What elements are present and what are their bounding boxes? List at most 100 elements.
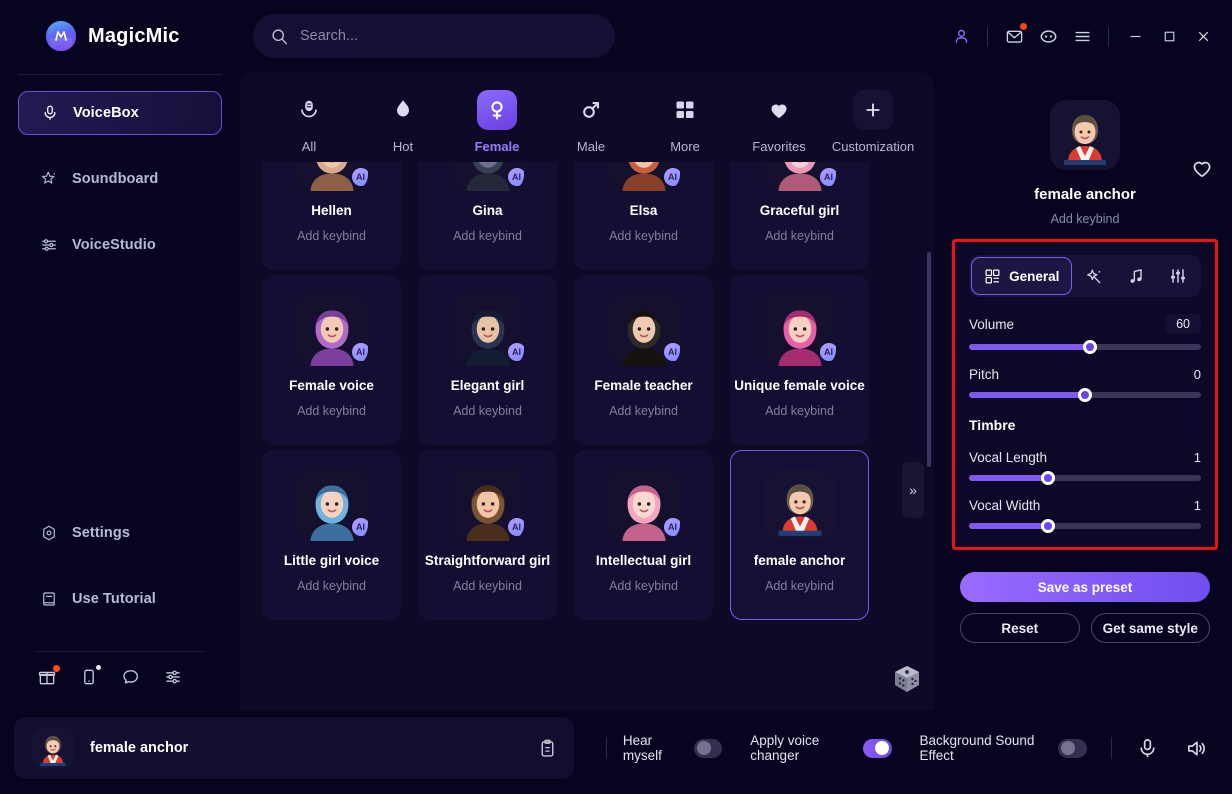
slider-knob[interactable] (1078, 388, 1092, 402)
tab-all[interactable]: All (262, 84, 356, 154)
tab-background-music[interactable] (1115, 257, 1157, 295)
vocal-width-slider-track[interactable] (969, 519, 1201, 533)
voice-card[interactable]: female anchor Add keybind (730, 450, 869, 620)
settings-tab-bar: General (969, 255, 1201, 297)
tab-general[interactable]: General (971, 257, 1073, 295)
menu-icon[interactable] (1065, 19, 1099, 53)
tab-label: More (670, 139, 700, 154)
expand-panel-button[interactable]: » (902, 462, 924, 518)
tab-customization[interactable]: Customization (826, 84, 920, 154)
user-icon[interactable] (944, 19, 978, 53)
voice-card-name: Straightforward girl (424, 553, 551, 568)
sidebar-item-voicestudio[interactable]: VoiceStudio (18, 223, 222, 267)
mobile-icon[interactable] (78, 665, 101, 688)
vocal-length-slider-track[interactable] (969, 471, 1201, 485)
voice-card[interactable]: AI Intellectual girl Add keybind (574, 450, 713, 620)
voice-card-avatar: AI (763, 162, 836, 191)
apply-voice-changer-toggle[interactable] (862, 738, 892, 758)
voice-card-keybind[interactable]: Add keybind (765, 579, 834, 593)
vertical-scrollbar[interactable] (927, 252, 931, 467)
chat-icon[interactable] (120, 666, 142, 688)
voice-card-keybind[interactable]: Add keybind (609, 229, 678, 243)
slider-fill (969, 392, 1085, 398)
gift-icon[interactable] (36, 665, 60, 688)
get-same-style-button[interactable]: Get same style (1090, 613, 1210, 643)
sidebar-item-soundboard[interactable]: Soundboard (18, 157, 222, 201)
slider-label: Vocal Width (969, 498, 1041, 513)
slider-vocal-length: Vocal Length 1 (969, 450, 1201, 485)
voice-card-keybind[interactable]: Add keybind (453, 229, 522, 243)
now-playing-card[interactable]: female anchor (14, 717, 574, 779)
equalizer-icon (40, 236, 58, 254)
voice-card[interactable]: AI Elsa Add keybind (574, 162, 713, 270)
voice-card-keybind[interactable]: Add keybind (297, 229, 366, 243)
voice-card-keybind[interactable]: Add keybind (765, 229, 834, 243)
voice-card[interactable]: AI Gina Add keybind (418, 162, 557, 270)
tab-hot[interactable]: Hot (356, 84, 450, 154)
voice-card[interactable]: AI Graceful girl Add keybind (730, 162, 869, 270)
minimize-button[interactable] (1118, 19, 1152, 53)
bottom-bar: female anchor Hear myself Apply voice ch… (0, 710, 1232, 794)
speaker-icon[interactable] (1185, 737, 1208, 760)
audio-controls: Hear myself Apply voice changer Backgrou… (582, 733, 1218, 763)
voice-card-keybind[interactable]: Add keybind (765, 404, 834, 418)
slider-knob[interactable] (1040, 519, 1055, 533)
volume-slider-track[interactable] (969, 340, 1201, 354)
ai-badge: AI (662, 342, 680, 362)
tab-favorites[interactable]: Favorites (732, 84, 826, 154)
mail-icon[interactable] (997, 19, 1031, 53)
tab-label: Hot (392, 139, 414, 154)
ai-badge: AI (506, 517, 524, 537)
tab-advanced[interactable] (1157, 257, 1199, 295)
tab-female[interactable]: Female (450, 84, 544, 154)
sidebar-item-settings[interactable]: Settings (18, 511, 222, 555)
voice-card[interactable]: AI Hellen Add keybind (262, 162, 401, 270)
app-body: VoiceBox Soundboard VoiceStudio Settings… (0, 72, 1232, 710)
voice-card[interactable]: AI Unique female voice Add keybind (730, 275, 869, 445)
voice-card[interactable]: AI Elegant girl Add keybind (418, 275, 557, 445)
voice-card[interactable]: AI Little girl voice Add keybind (262, 450, 401, 620)
slider-knob[interactable] (1040, 471, 1055, 485)
close-button[interactable] (1186, 19, 1220, 53)
voice-card-keybind[interactable]: Add keybind (453, 404, 522, 418)
discord-icon[interactable] (1031, 19, 1065, 53)
toggle-knob (874, 741, 889, 755)
hear-myself-toggle[interactable] (693, 738, 723, 758)
tab-label: All (301, 139, 317, 154)
tab-more[interactable]: More (638, 84, 732, 154)
voice-card-keybind[interactable]: Add keybind (453, 579, 522, 593)
random-voice-dice-icon[interactable] (890, 662, 924, 696)
slider-value: 1 (1193, 450, 1201, 465)
reset-button[interactable]: Reset (960, 613, 1080, 643)
divider (1111, 737, 1113, 759)
search-input[interactable]: Search... (253, 14, 615, 58)
favorite-toggle-icon[interactable] (1190, 156, 1214, 180)
voice-card[interactable]: AI Female voice Add keybind (262, 275, 401, 445)
background-sound-toggle[interactable] (1058, 738, 1088, 758)
save-as-preset-button[interactable]: Save as preset (960, 572, 1210, 602)
voice-card-name: Female voice (289, 378, 374, 393)
tab-male[interactable]: Male (544, 84, 638, 154)
sidebar-item-voicebox[interactable]: VoiceBox (18, 91, 222, 135)
voice-card-avatar (763, 469, 836, 541)
secondary-actions: Reset Get same style (960, 613, 1210, 643)
tab-effects[interactable] (1072, 257, 1114, 295)
microphone-icon (41, 104, 59, 122)
sidebar-item-use-tutorial[interactable]: Use Tutorial (18, 577, 222, 621)
voice-card[interactable]: AI Female teacher Add keybind (574, 275, 713, 445)
voice-card-keybind[interactable]: Add keybind (297, 404, 366, 418)
slider-fill (969, 475, 1048, 481)
maximize-button[interactable] (1152, 19, 1186, 53)
slider-value: 1 (1193, 498, 1201, 513)
ai-badge: AI (350, 517, 368, 537)
slider-knob[interactable] (1082, 340, 1097, 354)
voice-card[interactable]: AI Straightforward girl Add keybind (418, 450, 557, 620)
voice-detail-keybind[interactable]: Add keybind (1051, 212, 1120, 226)
clipboard-icon[interactable] (537, 738, 574, 759)
voice-card-keybind[interactable]: Add keybind (297, 579, 366, 593)
voice-card-keybind[interactable]: Add keybind (609, 404, 678, 418)
microphone-icon[interactable] (1136, 737, 1159, 760)
pitch-slider-track[interactable] (969, 388, 1201, 402)
voice-card-keybind[interactable]: Add keybind (609, 579, 678, 593)
share-icon[interactable] (162, 666, 184, 688)
